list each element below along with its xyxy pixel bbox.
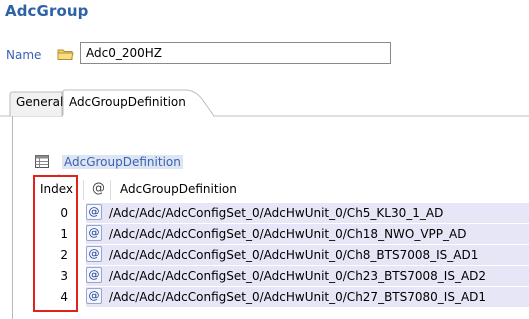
name-input[interactable]: Adc0_200HZ — [80, 42, 391, 64]
column-divider — [110, 180, 111, 200]
column-header-reference[interactable]: @ — [92, 181, 105, 196]
page-title: AdcGroup — [5, 2, 89, 20]
reference-icon: @ — [86, 288, 102, 304]
reference-icon: @ — [86, 225, 102, 241]
row-path[interactable]: /Adc/Adc/AdcConfigSet_0/AdcHwUnit_0/Ch8_… — [109, 248, 478, 262]
row-path[interactable]: /Adc/Adc/AdcConfigSet_0/AdcHwUnit_0/Ch5_… — [109, 206, 443, 220]
row-path[interactable]: /Adc/Adc/AdcConfigSet_0/AdcHwUnit_0/Ch18… — [109, 227, 466, 241]
table-row[interactable]: 2 @ /Adc/Adc/AdcConfigSet_0/AdcHwUnit_0/… — [34, 245, 529, 266]
index-highlight-box — [33, 175, 78, 312]
column-header-adcgroupdefinition[interactable]: AdcGroupDefinition — [120, 182, 237, 196]
row-path[interactable]: /Adc/Adc/AdcConfigSet_0/AdcHwUnit_0/Ch27… — [109, 290, 486, 304]
reference-icon: @ — [86, 204, 102, 220]
folder-icon — [57, 49, 74, 60]
row-path[interactable]: /Adc/Adc/AdcConfigSet_0/AdcHwUnit_0/Ch23… — [109, 269, 486, 283]
table-row[interactable]: 0 @ /Adc/Adc/AdcConfigSet_0/AdcHwUnit_0/… — [34, 203, 529, 224]
tab-adcgroupdefinition[interactable]: AdcGroupDefinition — [65, 90, 194, 116]
table-icon — [35, 155, 49, 168]
table-row[interactable]: 4 @ /Adc/Adc/AdcConfigSet_0/AdcHwUnit_0/… — [34, 287, 529, 308]
tab-general[interactable]: General — [12, 92, 67, 114]
name-label: Name — [6, 48, 42, 62]
column-divider — [83, 180, 84, 200]
adcgroupdefinition-link[interactable]: AdcGroupDefinition — [62, 155, 183, 169]
table-row[interactable]: 1 @ /Adc/Adc/AdcConfigSet_0/AdcHwUnit_0/… — [34, 224, 529, 245]
reference-icon: @ — [86, 246, 102, 262]
table-row[interactable]: 3 @ /Adc/Adc/AdcConfigSet_0/AdcHwUnit_0/… — [34, 266, 529, 287]
reference-icon: @ — [86, 267, 102, 283]
